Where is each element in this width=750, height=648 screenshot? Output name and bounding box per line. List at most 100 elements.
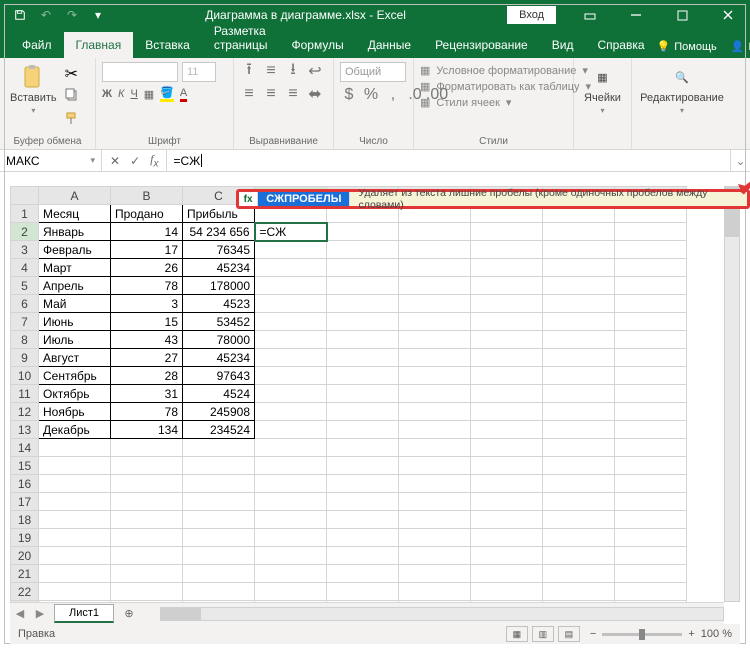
cell[interactable]: 234524 — [183, 421, 255, 439]
row-header[interactable]: 21 — [11, 565, 39, 583]
cell[interactable]: Июнь — [39, 313, 111, 331]
cell[interactable] — [183, 583, 255, 601]
cell[interactable] — [471, 493, 543, 511]
cell[interactable] — [543, 223, 615, 241]
cancel-formula-icon[interactable]: ✕ — [110, 154, 120, 168]
cell[interactable] — [327, 313, 399, 331]
cell[interactable] — [183, 565, 255, 583]
row-header[interactable]: 3 — [11, 241, 39, 259]
bold-button[interactable]: Ж — [102, 88, 112, 100]
close-icon[interactable] — [706, 0, 750, 30]
name-box[interactable]: МАКС ▾ — [0, 150, 102, 171]
cell[interactable]: Июль — [39, 331, 111, 349]
cell[interactable] — [399, 259, 471, 277]
cell[interactable]: 3 — [111, 295, 183, 313]
cell[interactable] — [183, 439, 255, 457]
cell[interactable] — [327, 223, 399, 241]
tab-review[interactable]: Рецензирование — [423, 32, 540, 58]
new-sheet-icon[interactable]: ⊕ — [118, 603, 140, 625]
cell[interactable] — [327, 295, 399, 313]
cell[interactable]: 53452 — [183, 313, 255, 331]
cell[interactable]: Декабрь — [39, 421, 111, 439]
conditional-formatting-button[interactable]: ▦Условное форматирование ▾ — [420, 64, 591, 77]
cell[interactable]: 54 234 656 — [183, 223, 255, 241]
cell[interactable] — [543, 475, 615, 493]
cell[interactable] — [615, 529, 687, 547]
cut-icon[interactable]: ✂ — [65, 64, 79, 84]
cell[interactable] — [399, 493, 471, 511]
row-header[interactable]: 1 — [11, 205, 39, 223]
cell[interactable] — [111, 529, 183, 547]
cell[interactable] — [255, 259, 327, 277]
cell[interactable] — [471, 457, 543, 475]
cell[interactable] — [327, 439, 399, 457]
cell[interactable] — [615, 385, 687, 403]
cell[interactable] — [471, 367, 543, 385]
cell[interactable] — [327, 421, 399, 439]
cell[interactable] — [543, 241, 615, 259]
sheet-nav-next-icon[interactable]: ▶ — [30, 607, 50, 620]
cell[interactable] — [399, 241, 471, 259]
autocomplete-item[interactable]: СЖПРОБЕЛЫ — [258, 192, 349, 206]
cell[interactable] — [615, 223, 687, 241]
cell[interactable] — [615, 475, 687, 493]
cell[interactable] — [399, 583, 471, 601]
cell[interactable] — [327, 475, 399, 493]
row-header[interactable]: 18 — [11, 511, 39, 529]
align-middle-icon[interactable]: ≡ — [262, 62, 280, 80]
cell[interactable] — [111, 475, 183, 493]
share-button[interactable]: 👤 Поделиться — [731, 40, 750, 53]
tab-home[interactable]: Главная — [64, 32, 134, 58]
tab-file[interactable]: Файл — [10, 32, 64, 58]
cell[interactable] — [39, 547, 111, 565]
cell[interactable]: 4524 — [183, 385, 255, 403]
cell[interactable] — [471, 511, 543, 529]
cell[interactable]: =СЖ — [255, 223, 327, 241]
zoom-in-icon[interactable]: + — [688, 628, 694, 640]
cell[interactable] — [255, 529, 327, 547]
cell[interactable] — [399, 313, 471, 331]
cell[interactable] — [615, 457, 687, 475]
cell[interactable] — [39, 493, 111, 511]
cell[interactable] — [39, 565, 111, 583]
page-layout-view-icon[interactable]: ▥ — [532, 626, 554, 642]
cell[interactable] — [39, 457, 111, 475]
cell[interactable]: 97643 — [183, 367, 255, 385]
formula-autocomplete[interactable]: fx СЖПРОБЕЛЫ Удаляет из текста лишние пр… — [236, 189, 750, 209]
cell[interactable] — [471, 475, 543, 493]
sheet-nav-prev-icon[interactable]: ◀ — [10, 607, 30, 620]
zoom-slider[interactable] — [602, 633, 682, 636]
cell[interactable] — [255, 547, 327, 565]
cell[interactable] — [39, 439, 111, 457]
horizontal-scrollbar[interactable] — [160, 607, 724, 621]
cell[interactable] — [615, 511, 687, 529]
row-header[interactable]: 15 — [11, 457, 39, 475]
cell[interactable] — [543, 313, 615, 331]
row-header[interactable]: 9 — [11, 349, 39, 367]
worksheet-grid[interactable]: ABCDEFGHI1МесяцПроданоПрибыль2Январь1454… — [10, 186, 724, 602]
cell[interactable]: Февраль — [39, 241, 111, 259]
cell[interactable] — [399, 439, 471, 457]
cell[interactable] — [255, 565, 327, 583]
cell[interactable] — [399, 385, 471, 403]
cell[interactable] — [399, 277, 471, 295]
cell[interactable] — [471, 421, 543, 439]
save-icon[interactable] — [14, 9, 26, 21]
cell[interactable] — [255, 241, 327, 259]
cell[interactable] — [471, 403, 543, 421]
expand-formula-bar-icon[interactable]: ⌄ — [730, 150, 750, 171]
cell[interactable] — [327, 259, 399, 277]
row-header[interactable]: 8 — [11, 331, 39, 349]
cell[interactable]: 17 — [111, 241, 183, 259]
cell[interactable] — [471, 241, 543, 259]
cell[interactable] — [615, 547, 687, 565]
cell[interactable] — [399, 421, 471, 439]
cell[interactable] — [471, 277, 543, 295]
tab-insert[interactable]: Вставка — [133, 32, 202, 58]
row-header[interactable]: 22 — [11, 583, 39, 601]
enter-formula-icon[interactable]: ✓ — [130, 154, 140, 168]
cell[interactable] — [399, 565, 471, 583]
cell[interactable] — [471, 331, 543, 349]
cell[interactable]: 27 — [111, 349, 183, 367]
cell[interactable] — [615, 259, 687, 277]
